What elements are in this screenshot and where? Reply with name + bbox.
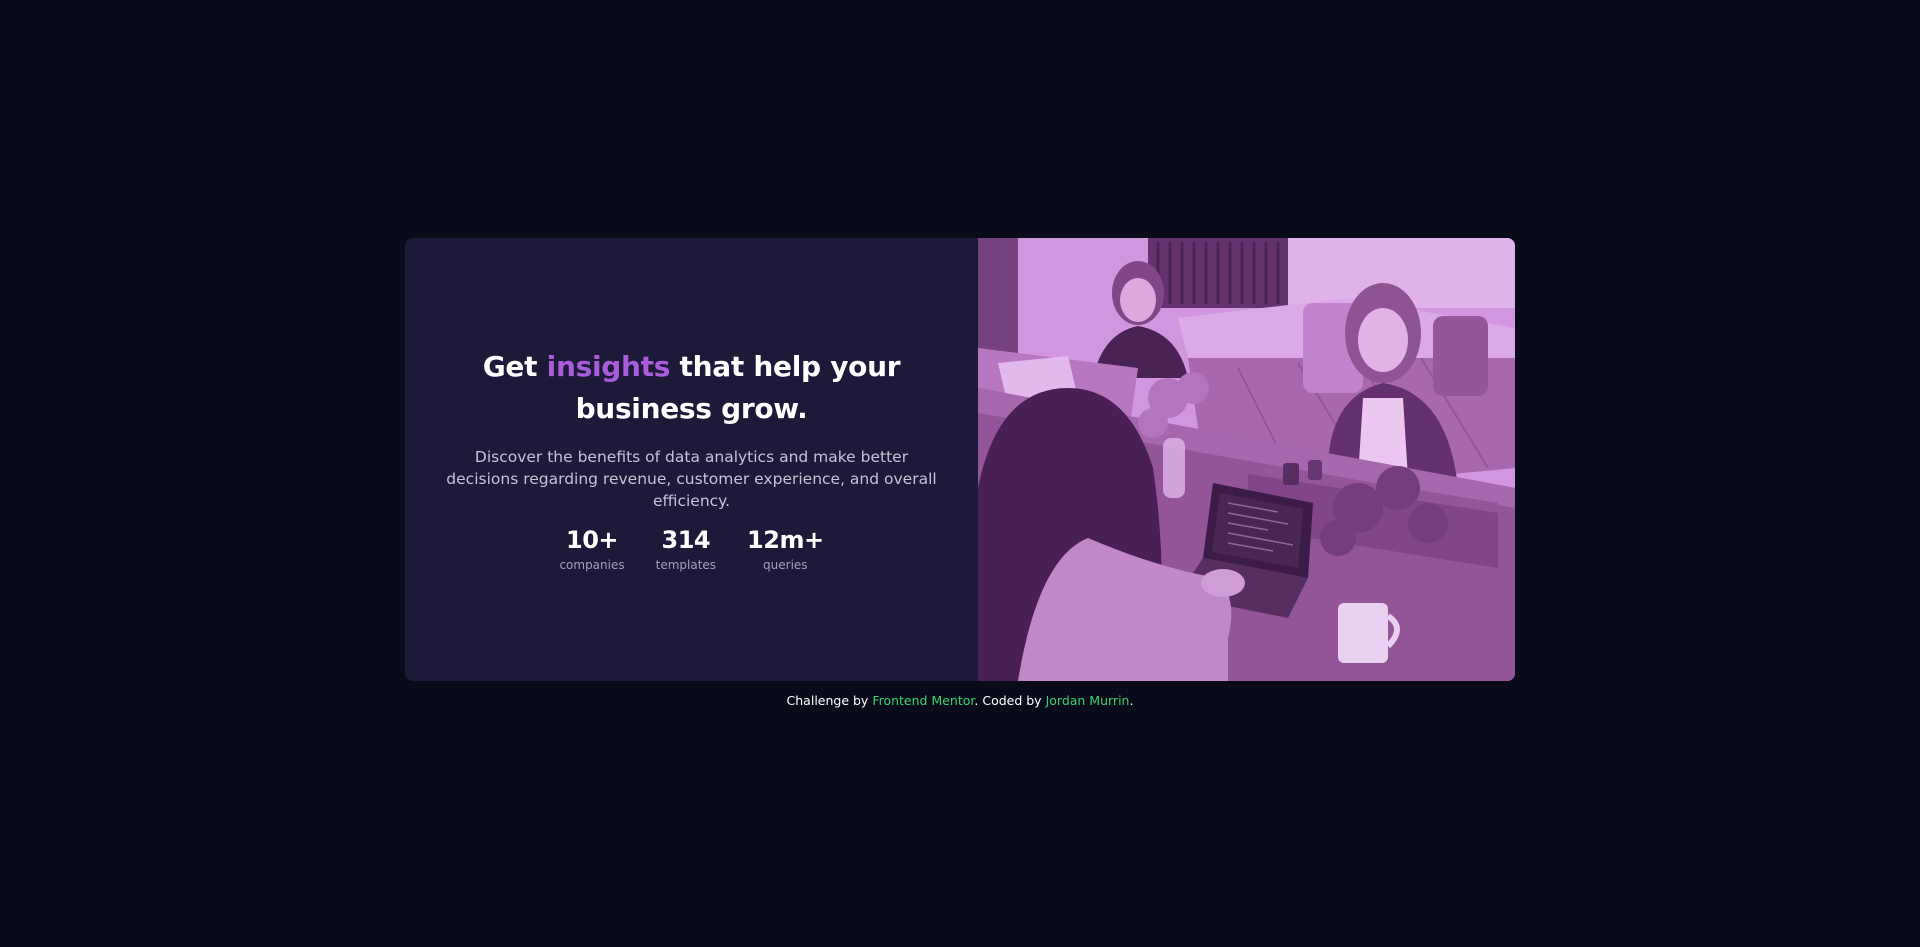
headline-start: Get [482, 349, 547, 383]
headline: Get insights that help your business gro… [442, 346, 942, 430]
stat-label: queries [763, 557, 808, 572]
headline-highlight: insights [546, 349, 671, 383]
frontend-mentor-link[interactable]: Frontend Mentor [872, 693, 974, 708]
office-photo [978, 238, 1515, 681]
attribution-middle: . Coded by [974, 693, 1046, 708]
stat-companies: 10+ companies [559, 526, 624, 574]
attribution-prefix: Challenge by [786, 693, 873, 708]
card-content: Get insights that help your business gro… [405, 238, 978, 681]
stat-value: 12m+ [747, 525, 824, 554]
page: Get insights that help your business gro… [0, 0, 1920, 947]
stat-label: templates [655, 557, 717, 572]
description: Discover the benefits of data analytics … [446, 447, 937, 510]
stat-value: 314 [661, 525, 711, 554]
office-photo-illustration [978, 238, 1515, 681]
stat-label: companies [559, 557, 625, 572]
stats-row: 10+ companies 314 templates 12m+ queries [559, 526, 824, 574]
stat-value: 10+ [566, 525, 619, 554]
stat-queries: 12m+ queries [747, 526, 824, 574]
attribution-suffix: . [1129, 693, 1134, 708]
stats-preview-card: Get insights that help your business gro… [405, 238, 1515, 681]
stat-templates: 314 templates [656, 526, 716, 574]
attribution: Challenge by Frontend Mentor. Coded by J… [0, 692, 1920, 710]
author-link[interactable]: Jordan Murrin [1046, 693, 1130, 708]
